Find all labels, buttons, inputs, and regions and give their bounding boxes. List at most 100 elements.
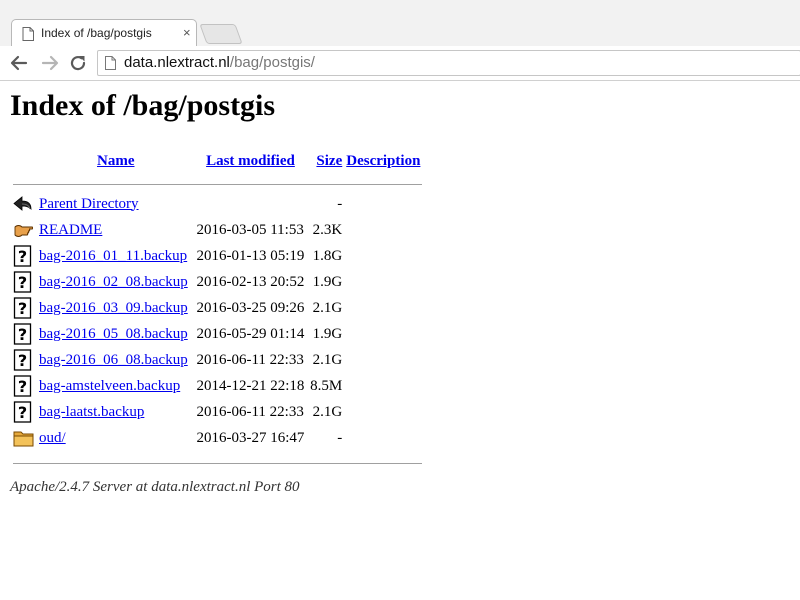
file-row: README 2016-03-05 11:53 2.3K <box>11 217 422 243</box>
file-name-cell: oud/ <box>37 425 195 451</box>
description-cell <box>344 269 422 295</box>
size-cell: 1.9G <box>312 325 343 342</box>
file-icon-cell: ? <box>11 399 37 425</box>
last-modified-cell: 2016-02-13 20:52 <box>196 273 305 290</box>
svg-text:?: ? <box>18 247 27 266</box>
file-icon-cell: ? <box>11 243 37 269</box>
last-modified-cell: 2016-01-13 05:19 <box>196 247 305 264</box>
unknown-file-icon: ? <box>13 271 35 293</box>
description-cell <box>344 347 422 373</box>
file-name-cell: README <box>37 217 195 243</box>
svg-text:?: ? <box>18 377 27 396</box>
file-icon-cell: ? <box>11 295 37 321</box>
file-row: ? bag-amstelveen.backup 2014-12-21 22:18 8.… <box>11 373 422 399</box>
file-name-cell: bag-2016_02_08.backup <box>37 269 195 295</box>
back-icon <box>13 194 35 214</box>
unknown-file-icon: ? <box>13 401 35 423</box>
hand-icon <box>13 220 35 240</box>
file-link[interactable]: bag-laatst.backup <box>39 404 144 420</box>
file-link[interactable]: bag-2016_06_08.backup <box>39 352 188 368</box>
file-row: ? bag-2016_03_09.backup 2016-03-25 09:26 2.… <box>11 295 422 321</box>
unknown-file-icon: ? <box>13 297 35 319</box>
file-name-cell: bag-2016_01_11.backup <box>37 243 195 269</box>
page-icon <box>105 56 116 70</box>
size-cell: - <box>337 429 343 446</box>
file-icon-cell: ? <box>11 321 37 347</box>
file-icon-cell <box>11 217 37 243</box>
new-tab-button[interactable] <box>199 24 243 44</box>
size-cell: 2.1G <box>312 299 343 316</box>
sort-by-description-link[interactable]: Description <box>346 153 420 169</box>
file-row: ? bag-2016_01_11.backup 2016-01-13 05:19 1.… <box>11 243 422 269</box>
last-modified-cell: 2016-03-25 09:26 <box>196 299 305 316</box>
file-row: ? bag-2016_02_08.backup 2016-02-13 20:52 1.… <box>11 269 422 295</box>
folder-icon <box>13 428 35 448</box>
url-text[interactable]: data.nlextract.nl/bag/postgis/ <box>124 54 315 71</box>
svg-text:?: ? <box>18 299 27 318</box>
description-cell <box>344 243 422 269</box>
file-name-cell: bag-amstelveen.backup <box>37 373 195 399</box>
file-link[interactable]: README <box>39 222 102 238</box>
last-modified-cell: 2016-05-29 01:14 <box>196 325 305 342</box>
sort-by-name-link[interactable]: Name <box>97 153 135 169</box>
browser-tab[interactable]: Index of /bag/postgis × <box>11 19 197 47</box>
separator-row <box>11 171 423 191</box>
file-link[interactable]: bag-2016_05_08.backup <box>39 326 188 342</box>
separator-row <box>11 451 423 471</box>
size-cell: 1.9G <box>312 273 343 290</box>
description-cell <box>344 373 422 399</box>
file-row: Parent Directory - <box>11 191 422 217</box>
file-row: oud/2016-03-27 16:47 - <box>11 425 422 451</box>
file-name-cell: bag-2016_05_08.backup <box>37 321 195 347</box>
column-header-description: Description <box>344 151 422 171</box>
unknown-file-icon: ? <box>13 323 35 345</box>
size-cell: 2.1G <box>312 403 343 420</box>
size-cell: 2.3K <box>312 221 343 238</box>
file-name-cell: bag-2016_06_08.backup <box>37 347 195 373</box>
reload-icon[interactable] <box>68 53 88 73</box>
description-cell <box>344 399 422 425</box>
sort-by-last-modified-link[interactable]: Last modified <box>206 153 295 169</box>
size-cell: 1.8G <box>312 247 343 264</box>
file-list: Parent Directory - README 2016-03-05 11:53 2… <box>11 191 422 451</box>
page-content: Index of /bag/postgis Name Last modified… <box>0 81 800 600</box>
unknown-file-icon: ? <box>13 245 35 267</box>
back-arrow-icon[interactable] <box>9 53 29 73</box>
description-cell <box>344 425 422 451</box>
file-link[interactable]: bag-2016_01_11.backup <box>39 248 187 264</box>
file-link[interactable]: bag-amstelveen.backup <box>39 378 180 394</box>
file-listing-table: Name Last modified Size Description Pare… <box>11 151 423 471</box>
tab-title: Index of /bag/postgis <box>41 26 152 40</box>
column-header-size: Size <box>306 151 344 171</box>
server-signature: Apache/2.4.7 Server at data.nlextract.nl… <box>10 479 300 495</box>
file-icon-cell <box>11 191 37 217</box>
file-icon-cell: ? <box>11 269 37 295</box>
column-header-last-modified: Last modified <box>195 151 307 171</box>
forward-arrow-icon[interactable] <box>40 53 60 73</box>
size-cell: 8.5M <box>310 377 343 394</box>
address-bar[interactable]: data.nlextract.nl/bag/postgis/ <box>97 50 800 76</box>
last-modified-cell: 2014-12-21 22:18 <box>196 377 305 394</box>
file-link[interactable]: bag-2016_02_08.backup <box>39 274 188 290</box>
sort-by-size-link[interactable]: Size <box>316 153 342 169</box>
page-title: Index of /bag/postgis <box>10 89 276 122</box>
file-link[interactable]: Parent Directory <box>39 196 139 212</box>
page-icon <box>22 27 34 41</box>
file-icon-cell <box>11 425 37 451</box>
close-tab-icon[interactable]: × <box>183 25 191 40</box>
url-path: /bag/postgis/ <box>229 54 315 71</box>
file-link[interactable]: bag-2016_03_09.backup <box>39 300 188 316</box>
description-cell <box>344 321 422 347</box>
last-modified-cell: 2016-06-11 22:33 <box>196 351 304 368</box>
description-cell <box>344 295 422 321</box>
file-name-cell: bag-laatst.backup <box>37 399 195 425</box>
header-row: Name Last modified Size Description <box>11 151 422 171</box>
file-link[interactable]: oud/ <box>39 430 66 446</box>
last-modified-cell: 2016-03-05 11:53 <box>196 221 304 238</box>
svg-text:?: ? <box>18 351 27 370</box>
column-header-name: Name <box>37 151 195 171</box>
divider <box>13 184 423 186</box>
unknown-file-icon: ? <box>13 349 35 371</box>
file-row: ? bag-2016_06_08.backup 2016-06-11 22:33 2.… <box>11 347 422 373</box>
description-cell <box>344 217 422 243</box>
